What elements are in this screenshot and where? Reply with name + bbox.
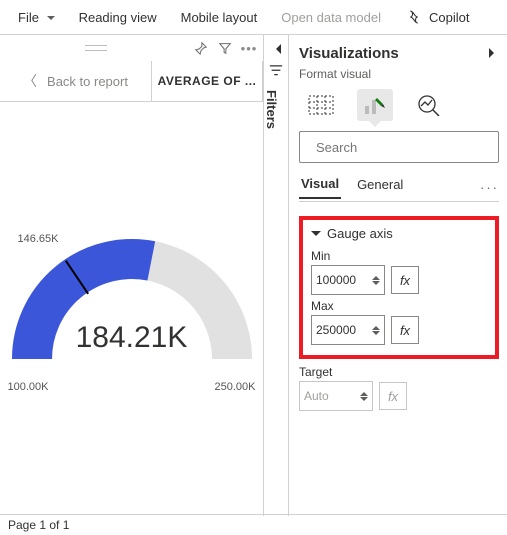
chevron-down-icon	[311, 231, 321, 241]
filters-pane-collapsed: Filters	[264, 35, 289, 516]
table-grid-icon	[308, 95, 334, 115]
back-to-report-button[interactable]: 〈 Back to report	[0, 61, 152, 101]
gauge-target-label: 146.65K	[18, 233, 59, 245]
page-indicator: Page 1 of 1	[8, 518, 69, 532]
format-search-box[interactable]	[299, 131, 499, 163]
chevron-right-icon	[489, 48, 499, 58]
format-search-input[interactable]	[314, 139, 494, 156]
report-canvas: ••• 〈 Back to report AVERAGE OF ...	[0, 35, 264, 516]
target-field-disabled: Target Auto fx	[299, 365, 499, 411]
format-tabs: Visual General ···	[299, 173, 499, 202]
min-input[interactable]: 100000	[311, 265, 385, 295]
spinner-icon[interactable]	[372, 322, 380, 339]
max-input[interactable]: 250000	[311, 315, 385, 345]
filters-pane-label[interactable]: Filters	[264, 90, 279, 129]
max-label: Max	[311, 299, 487, 313]
gauge-visual[interactable]: 184.21K 100.00K 250.00K 146.65K	[0, 102, 263, 516]
filters-collapse-button[interactable]	[268, 41, 284, 57]
drag-handle-icon[interactable]	[85, 45, 107, 51]
analytics-magnifier-icon	[417, 94, 441, 116]
copilot-icon	[405, 8, 423, 26]
gauge-axis-group: Gauge axis Min 100000 fx Max 250000	[299, 216, 499, 411]
menu-file-label: File	[18, 10, 39, 25]
filter-icon[interactable]	[217, 40, 233, 56]
spinner-icon[interactable]	[372, 272, 380, 289]
chevron-left-icon: 〈	[23, 71, 37, 91]
target-value: Auto	[304, 389, 360, 403]
gauge-min-label: 100.00K	[8, 381, 49, 393]
build-visual-mode-button[interactable]	[303, 89, 339, 121]
target-label: Target	[299, 365, 499, 379]
main-area: ••• 〈 Back to report AVERAGE OF ...	[0, 34, 507, 516]
target-input: Auto	[299, 381, 373, 411]
min-fx-button[interactable]: fx	[391, 266, 419, 294]
visual-header-toolbar: •••	[0, 35, 263, 61]
menu-mobile-layout[interactable]: Mobile layout	[169, 6, 270, 29]
pin-icon[interactable]	[193, 40, 209, 56]
menubar: File Reading view Mobile layout Open dat…	[0, 0, 507, 34]
tab-general[interactable]: General	[355, 177, 405, 198]
tab-visual[interactable]: Visual	[299, 176, 341, 199]
back-label: Back to report	[47, 74, 128, 89]
tabs-more-button[interactable]: ···	[480, 180, 499, 195]
breadcrumb: 〈 Back to report AVERAGE OF ...	[0, 61, 263, 102]
gauge-axis-header-label: Gauge axis	[327, 226, 393, 241]
visual-title: AVERAGE OF ...	[152, 61, 263, 101]
filter-icon	[269, 65, 283, 79]
spinner-icon	[360, 388, 368, 405]
status-bar: Page 1 of 1	[0, 514, 507, 535]
viz-pane-expand-button[interactable]	[489, 46, 499, 61]
target-fx-button: fx	[379, 382, 407, 410]
more-options-icon[interactable]: •••	[241, 40, 257, 56]
gauge-axis-toggle[interactable]: Gauge axis	[311, 226, 487, 241]
menu-reading-view[interactable]: Reading view	[67, 6, 169, 29]
visualizations-pane: Visualizations Format visual	[289, 35, 507, 516]
menu-copilot[interactable]: Copilot	[393, 4, 481, 30]
gauge-max-label: 250.00K	[215, 381, 256, 393]
max-value: 250000	[316, 323, 372, 337]
format-visual-mode-button[interactable]	[357, 89, 393, 121]
gauge-axis-highlight: Gauge axis Min 100000 fx Max 250000	[299, 216, 499, 359]
gauge-value-label: 184.21K	[12, 321, 252, 355]
paint-chart-icon	[363, 94, 387, 116]
max-fx-button[interactable]: fx	[391, 316, 419, 344]
menu-file[interactable]: File	[6, 6, 67, 29]
analytics-mode-button[interactable]	[411, 89, 447, 121]
min-label: Min	[311, 249, 487, 263]
chevron-left-icon	[271, 44, 281, 54]
menu-open-data-model: Open data model	[269, 6, 393, 29]
format-mode-switch	[299, 85, 499, 125]
menu-copilot-label: Copilot	[429, 10, 469, 25]
chevron-down-icon	[47, 16, 55, 24]
viz-pane-title: Visualizations	[299, 45, 399, 62]
viz-pane-subtitle: Format visual	[299, 67, 499, 81]
min-value: 100000	[316, 273, 372, 287]
